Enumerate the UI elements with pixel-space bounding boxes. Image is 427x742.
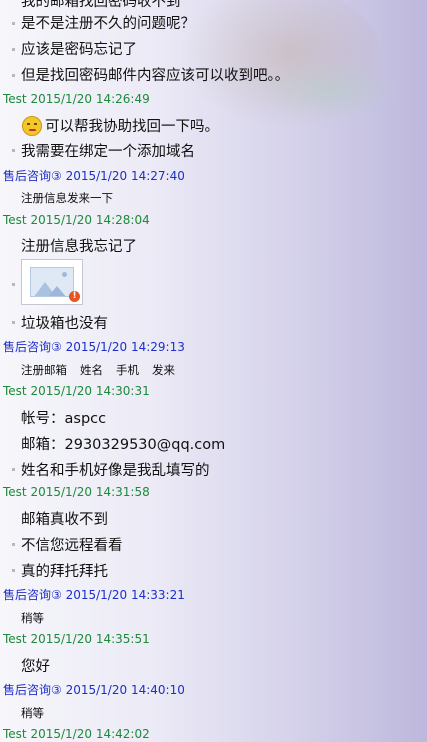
bullet-dot	[12, 543, 15, 546]
timestamp: 2015/1/20 14:33:21	[65, 588, 185, 602]
sender-name: Test	[3, 485, 27, 499]
message-header: Test 2015/1/20 14:31:58	[3, 485, 150, 499]
message-line: 我需要在绑定一个添加域名	[21, 144, 195, 160]
sender-name: Test	[3, 213, 27, 227]
message-header: Test 2015/1/20 14:35:51	[3, 632, 150, 646]
message-partial: 我的邮箱找回密码收不到	[21, 0, 181, 10]
field-label: 姓名	[80, 363, 103, 377]
message-line: 注册信息发来一下	[21, 191, 113, 205]
message-line: 您好	[21, 659, 50, 675]
field-label: 注册邮箱	[21, 363, 67, 377]
message-line: 不信您远程看看	[21, 538, 123, 554]
timestamp: 2015/1/20 14:27:40	[65, 169, 185, 183]
message-header: 售后咨询③ 2015/1/20 14:40:10	[3, 681, 185, 698]
message-line: 可以帮我协助找回一下吗。	[45, 119, 219, 135]
message-line: 邮箱真收不到	[21, 512, 108, 528]
message-line: 邮箱：2930329530@qq.com	[21, 437, 226, 453]
message-line: 应该是密码忘记了	[21, 42, 137, 58]
timestamp: 2015/1/20 14:29:13	[65, 340, 185, 354]
sender-name: 售后咨询③	[3, 683, 62, 697]
message-line: 真的拜托拜托	[21, 564, 108, 580]
timestamp: 2015/1/20 14:30:31	[30, 384, 150, 398]
timestamp: 2015/1/20 14:42:02	[30, 727, 150, 741]
timestamp: 2015/1/20 14:35:51	[30, 632, 150, 646]
field-label: 发来	[152, 363, 175, 377]
sender-name: Test	[3, 92, 27, 106]
bullet-dot	[12, 22, 15, 25]
sender-name: Test	[3, 632, 27, 646]
message-line: 是不是注册不久的问题呢？	[21, 16, 195, 32]
bullet-dot	[12, 283, 15, 286]
message-line: 但是找回密码邮件内容应该可以收到吧。。	[21, 68, 290, 84]
timestamp: 2015/1/20 14:40:10	[65, 683, 185, 697]
timestamp: 2015/1/20 14:28:04	[30, 213, 150, 227]
message-line: 注册邮箱 姓名 手机 发来	[21, 362, 188, 378]
bullet-dot	[12, 321, 15, 324]
sender-name: 售后咨询③	[3, 340, 62, 354]
message-line: 稍等	[21, 706, 44, 720]
message-line: 姓名和手机好像是我乱填写的	[21, 463, 210, 479]
message-line: 垃圾箱也没有	[21, 316, 108, 332]
bullet-dot	[12, 569, 15, 572]
sender-name: Test	[3, 727, 27, 741]
message-header: 售后咨询③ 2015/1/20 14:33:21	[3, 586, 185, 603]
timestamp: 2015/1/20 14:26:49	[30, 92, 150, 106]
message-line: 帐号：aspcc	[21, 411, 107, 427]
message-header: Test 2015/1/20 14:42:02	[3, 727, 150, 741]
message-header: 售后咨询③ 2015/1/20 14:29:13	[3, 338, 185, 355]
timestamp: 2015/1/20 14:31:58	[30, 485, 150, 499]
broken-image-icon[interactable]: !	[21, 259, 83, 305]
sender-name: 售后咨询③	[3, 169, 62, 183]
smile-emoji-icon	[22, 116, 42, 136]
sender-name: 售后咨询③	[3, 588, 62, 602]
message-header: 售后咨询③ 2015/1/20 14:27:40	[3, 167, 185, 184]
error-badge-icon: !	[69, 291, 80, 302]
message-line: 稍等	[21, 611, 44, 625]
sender-name: Test	[3, 384, 27, 398]
bullet-dot	[12, 48, 15, 51]
bullet-dot	[12, 74, 15, 77]
field-label: 手机	[116, 363, 139, 377]
message-header: Test 2015/1/20 14:28:04	[3, 213, 150, 227]
bullet-dot	[12, 149, 15, 152]
bullet-dot	[12, 468, 15, 471]
message-header: Test 2015/1/20 14:30:31	[3, 384, 150, 398]
message-line: 注册信息我忘记了	[21, 239, 137, 255]
message-header: Test 2015/1/20 14:26:49	[3, 92, 150, 106]
